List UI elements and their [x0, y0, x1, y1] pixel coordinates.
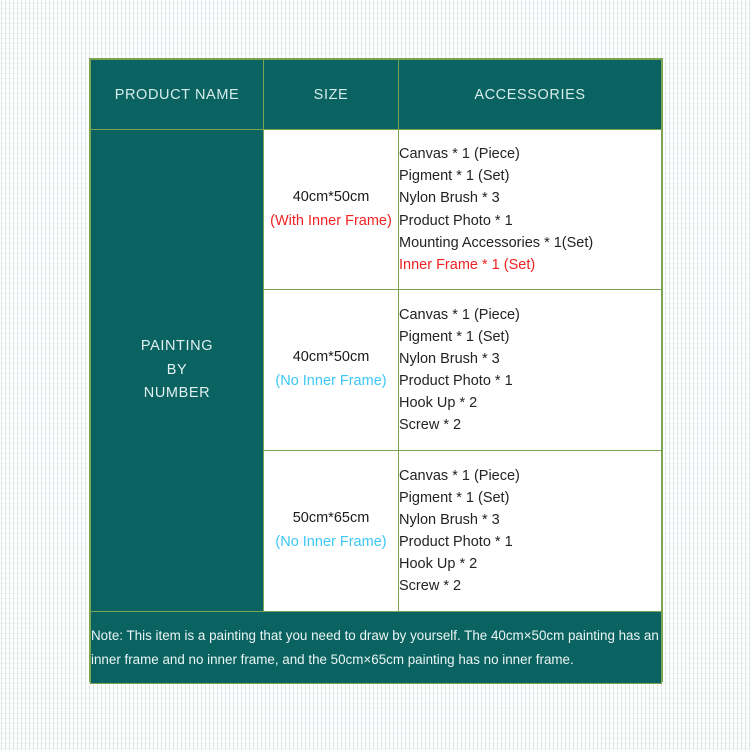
table-header: PRODUCT NAME SIZE ACCESSORIES: [90, 59, 662, 130]
size-frame-note-row-2: (No Inner Frame): [275, 373, 387, 389]
list-item: Product Photo * 1: [399, 212, 513, 229]
list-item: Canvas * 1 (Piece): [399, 146, 520, 163]
size-frame-note-row-3: (No Inner Frame): [275, 534, 387, 550]
column-header-size: SIZE: [263, 59, 399, 130]
accessories-cell-row-1: Canvas * 1 (Piece) Pigment * 1 (Set) Nyl…: [398, 129, 662, 290]
table-header-row: PRODUCT NAME SIZE ACCESSORIES: [90, 59, 662, 130]
list-item: Hook Up * 2: [399, 395, 478, 412]
list-item: Pigment * 1 (Set): [399, 168, 510, 185]
table-row: PAINTING BY NUMBER 40cm*50cm (With Inner…: [90, 129, 662, 612]
column-header-accessories: ACCESSORIES: [398, 59, 662, 130]
size-dimension-row-3: 50cm*65cm: [292, 510, 370, 527]
size-frame-note-row-1: (With Inner Frame): [270, 212, 392, 229]
list-item: Product Photo * 1: [399, 373, 513, 389]
accessories-list-row-1: Canvas * 1 (Piece) Pigment * 1 (Set) Nyl…: [399, 143, 661, 275]
product-name-line-1: PAINTING: [140, 337, 214, 354]
list-item: Nylon Brush * 3: [399, 350, 500, 367]
product-name-cell: PAINTING BY NUMBER: [90, 129, 264, 612]
list-item: Screw * 2: [399, 417, 462, 434]
accessories-list-row-3: Canvas * 1 (Piece) Pigment * 1 (Set) Nyl…: [399, 465, 661, 597]
column-header-product-name: PRODUCT NAME: [90, 59, 264, 130]
accessories-cell-row-3: Canvas * 1 (Piece) Pigment * 1 (Set) Nyl…: [398, 450, 662, 612]
size-dimension-row-2: 40cm*50cm: [292, 349, 370, 366]
list-item: Product Photo * 1: [399, 534, 513, 550]
accessories-list-row-2: Canvas * 1 (Piece) Pigment * 1 (Set) Nyl…: [399, 304, 661, 436]
table-body: PAINTING BY NUMBER 40cm*50cm (With Inner…: [90, 129, 662, 684]
list-item-inner-frame: Inner Frame * 1 (Set): [399, 256, 536, 273]
size-cell-row-1: 40cm*50cm (With Inner Frame): [263, 129, 399, 290]
list-item: Nylon Brush * 3: [399, 511, 500, 528]
note-text: Note: This item is a painting that you n…: [90, 611, 662, 684]
product-name-line-3: NUMBER: [143, 385, 211, 402]
product-spec-table: PRODUCT NAME SIZE ACCESSORIES PAINTING B…: [90, 59, 662, 684]
product-spec-table-container: PRODUCT NAME SIZE ACCESSORIES PAINTING B…: [89, 58, 663, 684]
accessories-cell-row-2: Canvas * 1 (Piece) Pigment * 1 (Set) Nyl…: [398, 289, 662, 451]
list-item: Canvas * 1 (Piece): [399, 467, 520, 484]
size-cell-row-2: 40cm*50cm (No Inner Frame): [263, 289, 399, 451]
size-cell-row-3: 50cm*65cm (No Inner Frame): [263, 450, 399, 612]
list-item: Nylon Brush * 3: [399, 190, 500, 207]
list-item: Pigment * 1 (Set): [399, 489, 510, 506]
list-item: Hook Up * 2: [399, 556, 478, 573]
list-item: Screw * 2: [399, 578, 462, 595]
table-note-row: Note: This item is a painting that you n…: [90, 611, 662, 684]
list-item: Mounting Accessories * 1(Set): [399, 234, 594, 251]
list-item: Pigment * 1 (Set): [399, 328, 510, 345]
list-item: Canvas * 1 (Piece): [399, 306, 520, 323]
size-dimension-row-1: 40cm*50cm: [292, 188, 370, 205]
product-name-line-2: BY: [166, 361, 188, 378]
